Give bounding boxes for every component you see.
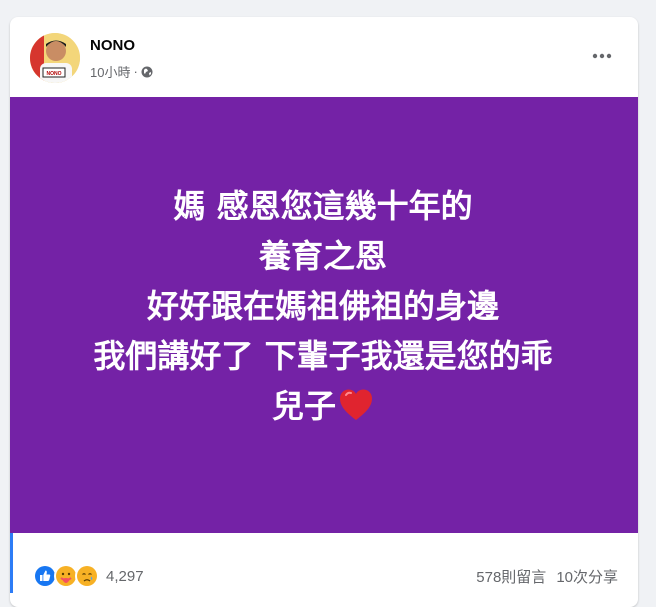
reaction-count: 4,297	[106, 567, 144, 585]
engagement-gap	[546, 566, 556, 587]
avatar-sign-text: NONO	[47, 71, 62, 77]
post-line-3: 好好跟在媽祖佛祖的身邊	[146, 287, 499, 325]
engagement-stats: 578則留言 10次分享	[476, 566, 618, 587]
sad-icon	[75, 564, 99, 588]
post-meta: 10小時 ·	[90, 62, 153, 81]
comments-count-link[interactable]: 578則留言	[476, 566, 546, 587]
post-line-5-wrapper: 兒子	[93, 381, 552, 431]
shares-count-link[interactable]: 10次分享	[556, 566, 618, 587]
page-background: NONO NONO 10小時 · 媽 感恩您這幾十年的 養育之恩 好好跟在媽祖佛…	[0, 0, 656, 607]
post-line-4: 我們講好了 下輩子我還是您的乖	[93, 337, 553, 375]
more-icon	[592, 53, 612, 59]
post-time[interactable]: 10小時	[90, 62, 130, 81]
avatar-image: NONO	[30, 33, 80, 83]
post-line-5: 兒子	[271, 387, 336, 425]
post-text-background[interactable]: 媽 感恩您這幾十年的 養育之恩 好好跟在媽祖佛祖的身邊 我們講好了 下輩子我還是…	[10, 97, 638, 533]
reaction-summary[interactable]: 4,297	[33, 564, 144, 588]
author-name[interactable]: NONO	[90, 37, 135, 54]
post-line-2: 養育之恩	[258, 237, 387, 275]
meta-separator: ·	[133, 64, 138, 79]
red-heart-emoji	[338, 387, 374, 423]
post-line-1: 媽 感恩您這幾十年的	[173, 187, 473, 225]
post-card: NONO NONO 10小時 · 媽 感恩您這幾十年的 養育之恩 好好跟在媽祖佛…	[10, 17, 638, 607]
author-avatar[interactable]: NONO	[30, 33, 80, 83]
post-header: NONO NONO 10小時 ·	[10, 17, 638, 97]
globe-icon[interactable]	[141, 66, 153, 78]
post-footer: 4,297 578則留言 10次分享	[10, 533, 638, 593]
more-options-button[interactable]	[586, 42, 618, 70]
post-message: 媽 感恩您這幾十年的 養育之恩 好好跟在媽祖佛祖的身邊 我們講好了 下輩子我還是…	[93, 181, 552, 431]
